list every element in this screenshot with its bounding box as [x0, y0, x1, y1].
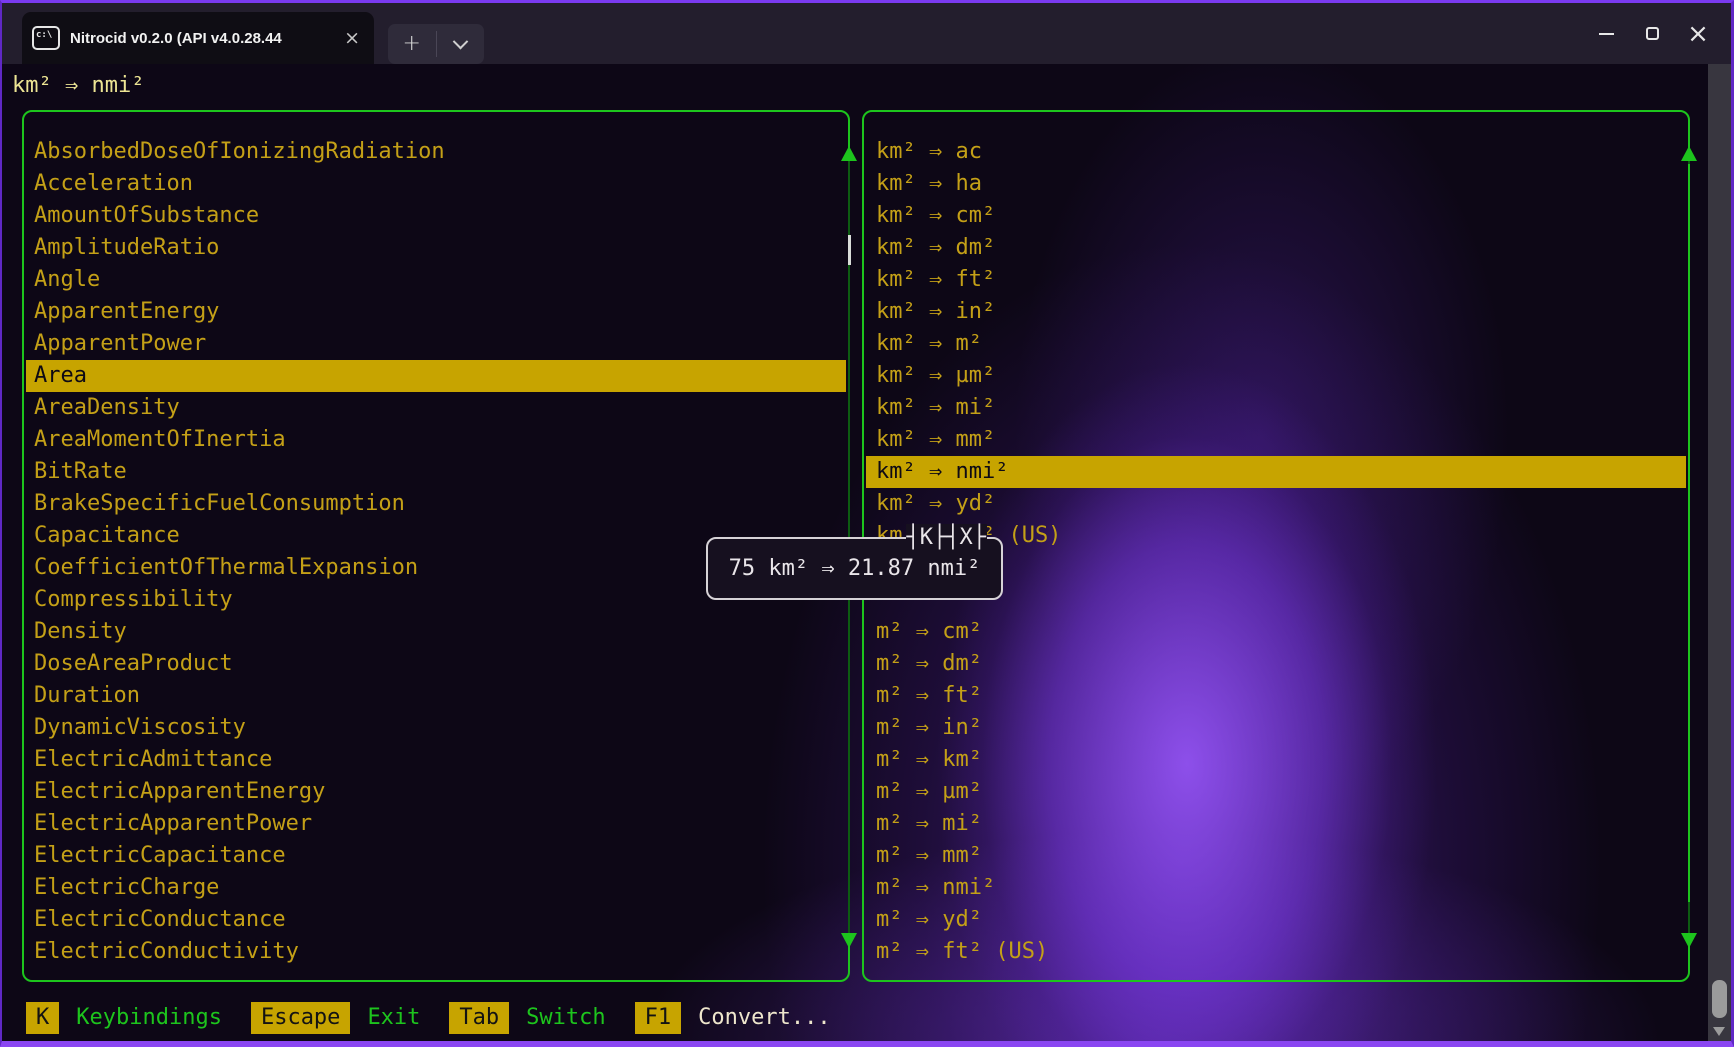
list-item[interactable]: km² ⇒ yd² — [866, 488, 1686, 520]
list-item[interactable]: AreaMomentOfInertia — [26, 424, 846, 456]
list-item[interactable]: m² ⇒ ft² (US) — [866, 936, 1686, 968]
key-action-label: Convert... — [698, 1003, 830, 1033]
list-item[interactable]: m² ⇒ ft² — [866, 680, 1686, 712]
list-item[interactable]: m² ⇒ nmi² — [866, 872, 1686, 904]
tab-dropdown-button[interactable] — [437, 24, 485, 64]
list-item[interactable]: Acceleration — [26, 168, 846, 200]
list-item[interactable]: km² ⇒ µm² — [866, 360, 1686, 392]
titlebar: c:\ Nitrocid v0.2.0 (API v4.0.28.44 × + … — [2, 3, 1731, 64]
list-item[interactable]: km² ⇒ nmi² — [866, 456, 1686, 488]
list-item[interactable]: m² ⇒ km² — [866, 744, 1686, 776]
terminal-screen: km² ⇒ nmi² AbsorbedDoseOfIonizingRadiati… — [2, 64, 1731, 1041]
list-item[interactable]: ElectricConductance — [26, 904, 846, 936]
app-window: c:\ Nitrocid v0.2.0 (API v4.0.28.44 × + … — [0, 0, 1734, 1047]
conversion-popup: ┤K├┤X├ 75 km² ⇒ 21.87 nmi² — [706, 537, 1003, 600]
chevron-down-icon — [452, 33, 468, 49]
key-badge[interactable]: F1 — [635, 1002, 682, 1034]
list-item[interactable]: km² ⇒ cm² — [866, 200, 1686, 232]
scroll-down-arrow[interactable] — [841, 933, 857, 948]
terminal-scrollbar[interactable] — [1708, 64, 1731, 1041]
list-item[interactable]: m² ⇒ in² — [866, 712, 1686, 744]
list-item[interactable]: Area — [26, 360, 846, 392]
list-item[interactable]: m² ⇒ mm² — [866, 840, 1686, 872]
terminal-tab[interactable]: c:\ Nitrocid v0.2.0 (API v4.0.28.44 × — [22, 12, 374, 64]
list-item[interactable]: AmplitudeRatio — [26, 232, 846, 264]
list-item[interactable]: km² ⇒ ac — [866, 136, 1686, 168]
list-item[interactable]: km² ⇒ dm² — [866, 232, 1686, 264]
list-item[interactable]: BitRate — [26, 456, 846, 488]
list-item[interactable]: km² ⇒ in² — [866, 296, 1686, 328]
tab-close-icon[interactable]: × — [340, 29, 364, 48]
cmd-prompt-icon: c:\ — [32, 26, 60, 50]
list-item[interactable]: Density — [26, 616, 846, 648]
list-item[interactable]: ApparentEnergy — [26, 296, 846, 328]
key-badge[interactable]: K — [26, 1002, 59, 1034]
list-item[interactable]: km² ⇒ ha — [866, 168, 1686, 200]
list-item[interactable]: ApparentPower — [26, 328, 846, 360]
list-item[interactable]: Angle — [26, 264, 846, 296]
list-item[interactable]: km² ⇒ mm² — [866, 424, 1686, 456]
statusbar: K Keybindings Escape Exit Tab Switch F1 Convert… — [26, 1001, 831, 1035]
list-item[interactable]: km² ⇒ ft² — [866, 264, 1686, 296]
minimize-icon — [1599, 33, 1614, 35]
scroll-up-arrow[interactable] — [841, 146, 857, 161]
list-item[interactable]: ElectricCapacitance — [26, 840, 846, 872]
key-action-label: Keybindings — [76, 1003, 222, 1033]
statusbar-keybinding[interactable]: Tab Switch — [449, 1002, 605, 1034]
list-item[interactable]: m² ⇒ mi² — [866, 808, 1686, 840]
key-badge[interactable]: Tab — [449, 1002, 509, 1034]
list-item[interactable]: km² ⇒ m² — [866, 328, 1686, 360]
list-item[interactable]: Duration — [26, 680, 846, 712]
list-item[interactable]: DynamicViscosity — [26, 712, 846, 744]
close-button[interactable]: × — [1675, 3, 1721, 64]
scroll-up-arrow[interactable] — [1681, 146, 1697, 161]
list-item[interactable]: m² ⇒ yd² — [866, 904, 1686, 936]
minimize-button[interactable] — [1583, 3, 1629, 64]
conversion-header: km² ⇒ nmi² — [12, 71, 144, 101]
maximize-button[interactable] — [1629, 3, 1675, 64]
list-item[interactable]: AreaDensity — [26, 392, 846, 424]
close-icon: × — [1687, 21, 1709, 47]
scroll-down-arrow[interactable] — [1681, 933, 1697, 948]
list-item[interactable]: ElectricAdmittance — [26, 744, 846, 776]
new-tab-button[interactable]: + — [388, 24, 436, 64]
tab-actions: + — [388, 24, 484, 64]
statusbar-keybinding[interactable]: F1 Convert... — [635, 1002, 831, 1034]
scrollbar-thumb[interactable] — [848, 235, 851, 265]
list-item[interactable]: m² ⇒ dm² — [866, 648, 1686, 680]
window-controls: × — [1583, 3, 1721, 64]
list-item[interactable]: ElectricCharge — [26, 872, 846, 904]
list-item[interactable]: BrakeSpecificFuelConsumption — [26, 488, 846, 520]
conversion-result: 75 km² ⇒ 21.87 nmi² — [729, 556, 981, 581]
list-item[interactable]: DoseAreaProduct — [26, 648, 846, 680]
maximize-icon — [1646, 27, 1659, 40]
list-item[interactable]: ElectricApparentEnergy — [26, 776, 846, 808]
key-action-label: Switch — [526, 1003, 605, 1033]
list-item[interactable]: m² ⇒ cm² — [866, 616, 1686, 648]
list-item[interactable]: m² ⇒ µm² — [866, 776, 1686, 808]
statusbar-keybinding[interactable]: Escape Exit — [251, 1002, 420, 1034]
scrollbar-thumb[interactable] — [1712, 980, 1727, 1018]
scrollbar-thumb[interactable] — [1688, 164, 1690, 902]
scrollbar-down-arrow[interactable] — [1713, 1027, 1725, 1036]
statusbar-keybinding[interactable]: K Keybindings — [26, 1002, 222, 1034]
list-item[interactable]: AbsorbedDoseOfIonizingRadiation — [26, 136, 846, 168]
list-item[interactable]: AmountOfSubstance — [26, 200, 846, 232]
list-item[interactable]: ElectricConductivity — [26, 936, 846, 968]
popup-keybinding-close-buttons[interactable]: ┤K├┤X├ — [906, 524, 987, 552]
list-item[interactable]: km² ⇒ mi² — [866, 392, 1686, 424]
tab-title: Nitrocid v0.2.0 (API v4.0.28.44 — [70, 30, 330, 47]
list-item[interactable]: ElectricApparentPower — [26, 808, 846, 840]
key-badge[interactable]: Escape — [251, 1002, 350, 1034]
key-action-label: Exit — [367, 1003, 420, 1033]
